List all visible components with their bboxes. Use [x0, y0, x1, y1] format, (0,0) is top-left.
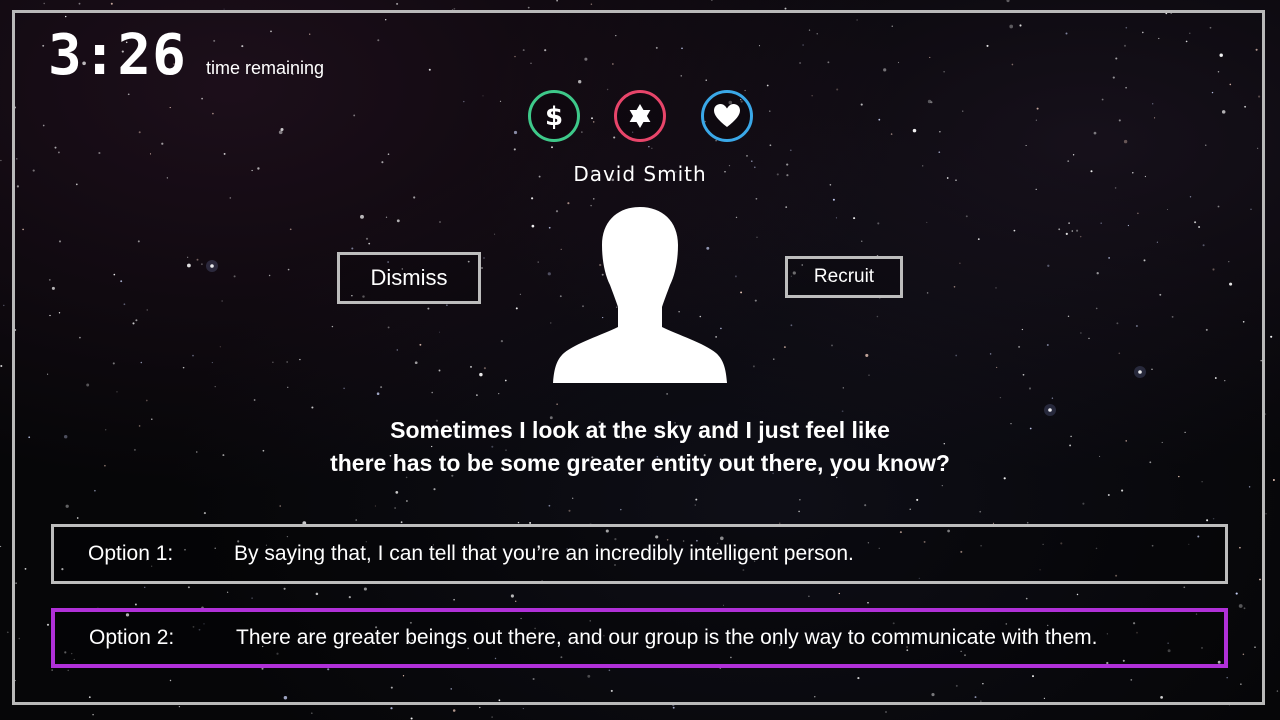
- star-of-david-icon: [629, 104, 651, 128]
- dollar-icon: $: [545, 102, 563, 131]
- option-label: Option 1:: [88, 542, 174, 565]
- timer-label: time remaining: [206, 58, 325, 78]
- option-label: Option 2:: [89, 626, 175, 649]
- option-text: By saying that, I can tell that you’re a…: [234, 542, 854, 565]
- dialogue-option-2-selected[interactable]: Option 2: There are greater beings out t…: [51, 608, 1228, 668]
- dialogue-line-1: Sometimes I look at the sky and I just f…: [390, 417, 890, 443]
- dialogue-text: Sometimes I look at the sky and I just f…: [200, 414, 1080, 480]
- option-text: There are greater beings out there, and …: [236, 626, 1098, 649]
- person-silhouette-icon: [553, 207, 727, 383]
- dismiss-button[interactable]: Dismiss: [337, 252, 481, 304]
- love-stat-icon: [701, 90, 753, 142]
- character-name: David Smith: [573, 162, 707, 186]
- heart-icon: [714, 104, 740, 127]
- faith-stat-icon: [614, 90, 666, 142]
- game-screen: 3:26 time remaining $ David Smith Dismis…: [0, 0, 1280, 720]
- dialogue-option-1[interactable]: Option 1: By saying that, I can tell tha…: [51, 524, 1228, 584]
- recruit-button[interactable]: Recruit: [785, 256, 903, 298]
- svg-text:$: $: [545, 102, 563, 131]
- countdown-timer: 3:26: [48, 23, 187, 88]
- money-stat-icon: $: [528, 90, 580, 142]
- dialogue-line-2: there has to be some greater entity out …: [330, 450, 950, 476]
